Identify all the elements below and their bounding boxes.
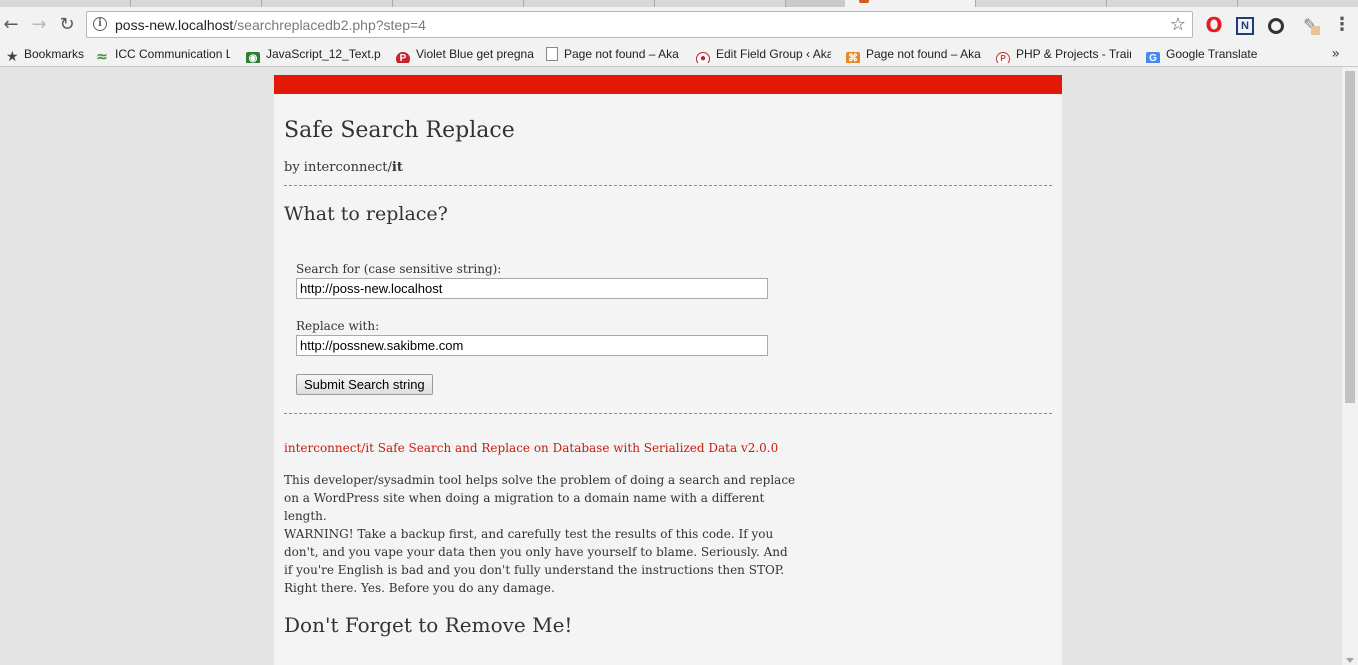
reload-icon[interactable]: ↻ bbox=[56, 14, 78, 36]
bookmark-label: Edit Field Group ‹ Aka bbox=[716, 47, 831, 61]
tab[interactable] bbox=[1107, 0, 1238, 7]
search-input[interactable]: http://poss-new.localhost bbox=[296, 278, 768, 299]
divider bbox=[284, 185, 1052, 186]
page-title: Safe Search Replace bbox=[284, 118, 515, 143]
bookmark-item[interactable]: ◉ JavaScript_12_Text.pd bbox=[246, 45, 381, 63]
bookmark-label: Page not found – Aka bbox=[564, 47, 679, 61]
tab[interactable] bbox=[0, 0, 131, 7]
bookmark-item[interactable]: P Violet Blue get pregna bbox=[396, 45, 534, 63]
bookmark-star-icon[interactable]: ☆ bbox=[1170, 14, 1186, 35]
bookmark-item[interactable]: Page not found – Aka bbox=[546, 45, 681, 63]
remove-me-heading: Don't Forget to Remove Me! bbox=[284, 613, 573, 637]
forward-icon[interactable]: → bbox=[28, 14, 50, 36]
credit-text: interconnect/it Safe Search and Replace … bbox=[284, 441, 779, 455]
warning-paragraph: WARNING! Take a backup first, and carefu… bbox=[284, 527, 788, 595]
submit-button[interactable]: Submit Search string bbox=[296, 374, 433, 395]
url-path: /searchreplacedb2.php?step=4 bbox=[233, 17, 426, 33]
tab[interactable] bbox=[131, 0, 262, 7]
php-icon: P bbox=[996, 52, 1010, 63]
url-host: poss-new.localhost bbox=[115, 17, 234, 33]
n-extension-icon[interactable]: N bbox=[1236, 17, 1254, 35]
tab-strip bbox=[0, 0, 1358, 7]
bookmarks-bar: ★ Bookmarks ≈ ICC Communication L ◉ JavaScr… bbox=[0, 43, 1358, 67]
tab[interactable] bbox=[976, 0, 1107, 7]
section-title: What to replace? bbox=[284, 203, 448, 225]
pinterest-icon: P bbox=[396, 52, 410, 63]
search-label: Search for (case sensitive string): bbox=[296, 262, 502, 276]
bookmark-label: ICC Communication L bbox=[115, 47, 230, 61]
tab[interactable] bbox=[524, 0, 655, 7]
circle-extension-icon[interactable] bbox=[1268, 18, 1284, 34]
page-icon bbox=[546, 47, 558, 61]
site-favicon-icon bbox=[859, 0, 869, 3]
header-bar bbox=[274, 75, 1062, 94]
bookmark-label: Bookmarks bbox=[24, 47, 85, 61]
bookmark-label: Google Translate bbox=[1166, 47, 1258, 61]
scrollbar-thumb[interactable] bbox=[1345, 71, 1355, 403]
tab[interactable] bbox=[393, 0, 524, 7]
address-bar[interactable]: i poss-new.localhost/searchreplacedb2.ph… bbox=[86, 11, 1193, 38]
tab[interactable] bbox=[1238, 0, 1358, 7]
url-text[interactable]: poss-new.localhost/searchreplacedb2.php?… bbox=[115, 17, 426, 33]
page-container: Safe Search Replace by interconnect/it W… bbox=[274, 75, 1062, 665]
icc-icon: ≈ bbox=[96, 49, 108, 63]
field-group-icon: ● bbox=[696, 52, 710, 63]
browser-toolbar: ← → ↻ i poss-new.localhost/searchreplace… bbox=[0, 7, 1358, 43]
star-icon: ★ bbox=[6, 49, 19, 63]
bookmark-item[interactable]: ● Edit Field Group ‹ Aka bbox=[696, 45, 831, 63]
tab-active[interactable] bbox=[845, 0, 976, 7]
bookmark-item[interactable]: ⌘ Page not found – Aka bbox=[846, 45, 981, 63]
pdf-icon: ◉ bbox=[246, 52, 260, 63]
replace-label: Replace with: bbox=[296, 319, 380, 333]
color-picker-extension-icon[interactable]: ✎ bbox=[1301, 16, 1320, 35]
bookmark-label: Page not found – Aka bbox=[866, 47, 981, 61]
replace-input[interactable]: http://possnew.sakibme.com bbox=[296, 335, 768, 356]
bookmark-item[interactable]: ≈ ICC Communication L bbox=[95, 45, 230, 63]
byline-prefix: by interconnect/ bbox=[284, 160, 392, 175]
bookmark-item[interactable]: P PHP & Projects - Train bbox=[996, 45, 1131, 63]
info-icon[interactable]: i bbox=[93, 17, 107, 31]
more-bookmarks-icon[interactable]: » bbox=[1331, 46, 1340, 62]
description-paragraph: This developer/sysadmin tool helps solve… bbox=[284, 473, 796, 523]
menu-icon[interactable]: ⋮ bbox=[1333, 16, 1351, 34]
bookmark-label: Violet Blue get pregna bbox=[416, 47, 534, 61]
page-viewport: Safe Search Replace by interconnect/it W… bbox=[0, 67, 1341, 665]
vertical-scrollbar[interactable] bbox=[1341, 67, 1358, 665]
tab[interactable] bbox=[655, 0, 786, 7]
translate-icon: G bbox=[1146, 52, 1160, 63]
scroll-down-arrow-icon[interactable] bbox=[1346, 658, 1354, 663]
site-icon: ⌘ bbox=[846, 52, 860, 63]
bookmark-item[interactable]: G Google Translate bbox=[1146, 45, 1266, 63]
byline: by interconnect/it bbox=[284, 160, 403, 175]
back-icon[interactable]: ← bbox=[0, 14, 22, 36]
divider bbox=[284, 413, 1052, 414]
bookmark-label: PHP & Projects - Train bbox=[1016, 47, 1131, 61]
color-swatch bbox=[1311, 26, 1320, 35]
byline-bold: it bbox=[391, 160, 403, 175]
bookmark-item[interactable]: ★ Bookmarks bbox=[6, 45, 84, 63]
tab[interactable] bbox=[262, 0, 393, 7]
opera-extension-icon[interactable]: O bbox=[1205, 15, 1223, 35]
bookmark-label: JavaScript_12_Text.pd bbox=[266, 47, 381, 61]
